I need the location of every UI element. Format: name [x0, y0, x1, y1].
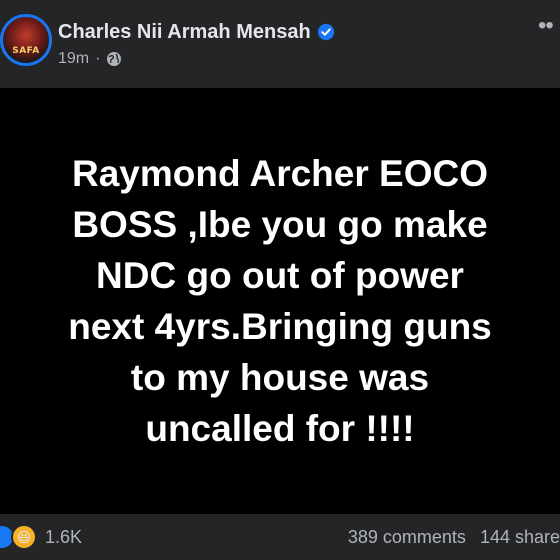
post-time[interactable]: 19m [58, 50, 89, 68]
post-meta: 19m · [58, 48, 122, 70]
verified-badge-icon [317, 23, 334, 41]
haha-reaction-icon: 😆 [11, 524, 37, 550]
globe-icon [107, 52, 122, 66]
reactions-summary[interactable]: 😆 1.6K [0, 524, 82, 550]
author-row: Charles Nii Armah Mensah [58, 18, 335, 46]
more-dots-icon: •• [538, 16, 554, 39]
comments-count[interactable]: 389 comments [348, 527, 466, 548]
avatar-label: SAFA [12, 46, 40, 56]
author-avatar[interactable]: SAFA [0, 14, 52, 66]
engagement-counts: 389 comments 144 share [348, 524, 560, 550]
more-options-button[interactable]: •• [538, 16, 560, 46]
post-image-text: Raymond Archer EOCO BOSS ,Ibe you go mak… [68, 153, 492, 449]
author-name[interactable]: Charles Nii Armah Mensah [58, 21, 311, 44]
post-image[interactable]: Raymond Archer EOCO BOSS ,Ibe you go mak… [0, 88, 560, 514]
post-header: SAFA Charles Nii Armah Mensah 19m · •• [0, 0, 560, 88]
shares-count[interactable]: 144 share [480, 527, 560, 548]
reaction-count[interactable]: 1.6K [45, 527, 82, 548]
post-footer: 😆 1.6K 389 comments 144 share [0, 514, 560, 560]
meta-separator: · [95, 50, 101, 67]
